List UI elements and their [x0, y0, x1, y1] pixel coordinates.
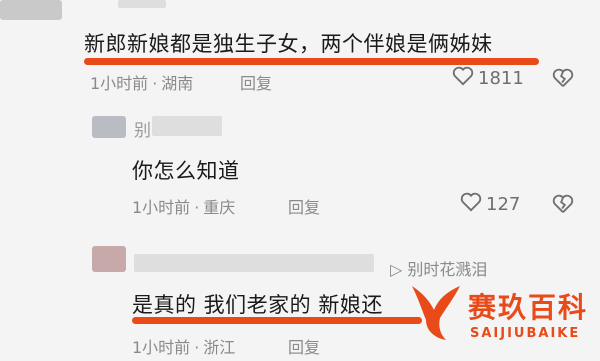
- watermark: 赛玖百科 SAIJIUBAIKE: [408, 280, 598, 358]
- like-count: 1811: [478, 68, 524, 89]
- comment-location: 重庆: [203, 198, 236, 217]
- comment-meta: 1小时前 · 重庆: [132, 198, 236, 217]
- comment-text: 是真的 我们老家的 新娘还: [132, 293, 383, 317]
- highlight-underline: [84, 58, 539, 65]
- like-count: 127: [486, 194, 521, 215]
- comment-location: 浙江: [203, 338, 236, 357]
- avatar[interactable]: [92, 116, 126, 138]
- like-button[interactable]: 1811: [452, 66, 524, 91]
- reply-button[interactable]: 回复: [288, 194, 320, 218]
- comment-text: 新郎新娘都是独生子女，两个伴娘是俩姊妹: [84, 32, 493, 56]
- comment-time: 1小时前: [90, 74, 149, 93]
- username-blurred[interactable]: [134, 254, 374, 272]
- play-triangle-icon: ▷: [390, 260, 403, 279]
- avatar[interactable]: [92, 246, 126, 272]
- username[interactable]: 别: [134, 116, 151, 141]
- highlight-underline: [132, 317, 422, 324]
- comment-meta: 1小时前 · 浙江: [132, 338, 236, 357]
- like-button[interactable]: 127: [460, 192, 520, 217]
- username-blurred[interactable]: [118, 0, 166, 8]
- broken-heart-icon[interactable]: [552, 194, 574, 218]
- fish-tail-logo: [408, 280, 464, 348]
- heart-icon: [460, 192, 482, 217]
- comment-time: 1小时前: [132, 338, 191, 357]
- avatar[interactable]: [0, 0, 62, 20]
- comment-text: 你怎么知道: [132, 159, 240, 183]
- comment-meta: 1小时前 · 湖南: [90, 74, 194, 93]
- broken-heart-icon[interactable]: [552, 68, 574, 92]
- username-blurred: [152, 116, 222, 136]
- reply-to-name: 别时花溅泪: [407, 260, 488, 279]
- comment-location: 湖南: [161, 74, 194, 93]
- watermark-brand-en: SAIJIUBAIKE: [470, 326, 581, 341]
- heart-icon: [452, 66, 474, 91]
- reply-button[interactable]: 回复: [288, 334, 320, 358]
- watermark-brand: 赛玖百科: [468, 291, 589, 324]
- reply-to[interactable]: ▷ 别时花溅泪: [390, 256, 487, 280]
- comment-time: 1小时前: [132, 198, 191, 217]
- reply-button[interactable]: 回复: [240, 70, 272, 94]
